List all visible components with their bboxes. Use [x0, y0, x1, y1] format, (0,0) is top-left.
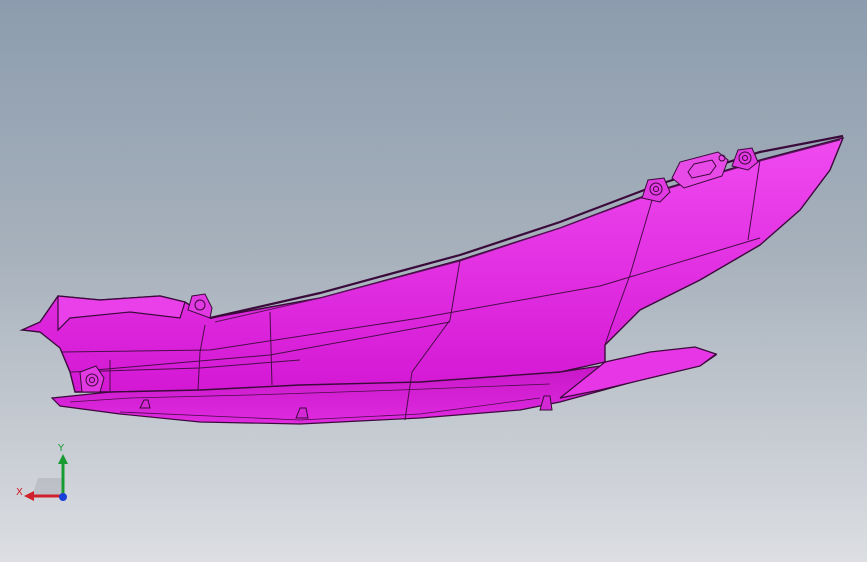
y-axis-label: Y [58, 443, 65, 454]
cad-part-model[interactable] [0, 0, 867, 562]
z-axis-dot [59, 493, 67, 501]
graphics-viewport[interactable]: X Y [0, 0, 867, 562]
x-axis-label: X [16, 487, 23, 498]
triad-graphic [24, 454, 68, 501]
coordinate-triad: X Y [10, 440, 80, 510]
